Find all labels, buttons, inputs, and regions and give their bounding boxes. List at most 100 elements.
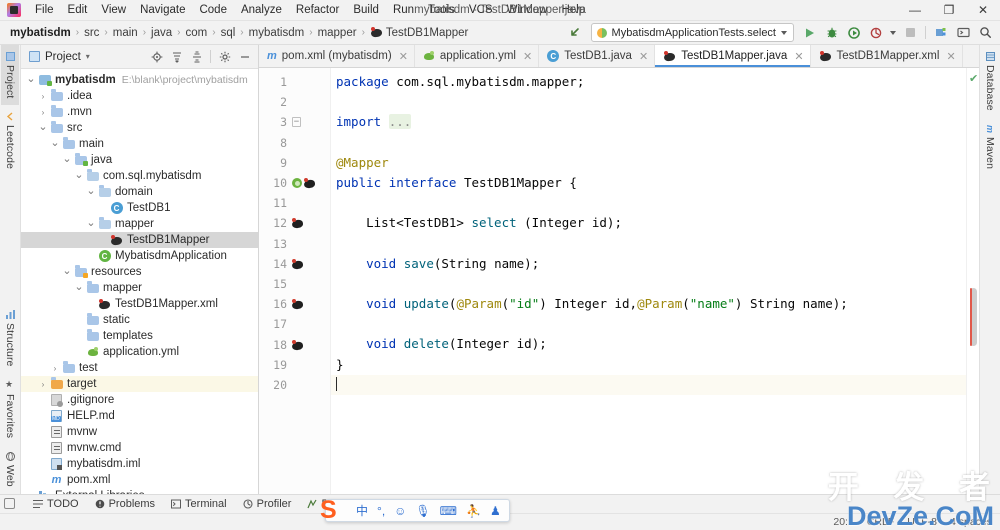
bottom-tab-terminal[interactable]: Terminal xyxy=(164,497,234,511)
breadcrumb-item-java[interactable]: java xyxy=(147,26,176,40)
chevron-down-icon[interactable]: ⌄ xyxy=(73,168,85,181)
chevron-down-icon[interactable]: ⌄ xyxy=(37,120,49,133)
menu-item-analyze[interactable]: Analyze xyxy=(234,1,289,20)
tree-node-help-md[interactable]: HELP.md xyxy=(21,408,258,424)
tree-node--mvn[interactable]: › .mvn xyxy=(21,104,258,120)
profile-icon[interactable] xyxy=(866,23,886,43)
gutter-line[interactable]: 16 xyxy=(259,294,330,314)
tree-node-main[interactable]: ⌄ main xyxy=(21,136,258,152)
back-arrow-icon[interactable] xyxy=(565,23,585,43)
line-separator[interactable]: CRLF xyxy=(867,516,894,528)
tree-node-static[interactable]: static xyxy=(21,312,258,328)
tree-node-mybatisdmapplication[interactable]: C MybatisdmApplication xyxy=(21,248,258,264)
run-icon[interactable] xyxy=(800,23,820,43)
debug-icon[interactable] xyxy=(822,23,842,43)
code-line[interactable]: List<TestDB1> select (Integer id); xyxy=(331,213,966,233)
menu-item-tools[interactable]: Tools xyxy=(421,1,462,20)
menu-item-build[interactable]: Build xyxy=(346,1,386,20)
search-everywhere-icon[interactable] xyxy=(975,23,995,43)
run-configuration-selector[interactable]: MybatisdmApplicationTests.select xyxy=(590,23,794,42)
mybatis-icon[interactable] xyxy=(292,258,303,269)
tool-window-stripe-web[interactable]: Web xyxy=(1,445,19,494)
close-icon[interactable]: ✕ xyxy=(399,50,408,63)
chevron-down-icon[interactable]: ⌄ xyxy=(85,184,97,197)
editor-scrollbar-thumb[interactable] xyxy=(970,288,977,346)
breadcrumb-item-mybatisdm[interactable]: mybatisdm xyxy=(6,26,75,40)
code-line[interactable] xyxy=(331,133,966,153)
code-line[interactable]: } xyxy=(331,355,966,375)
breadcrumb-item-src[interactable]: src xyxy=(80,26,103,40)
caret-position[interactable]: 20:1 xyxy=(833,516,853,528)
gutter-line[interactable]: 9 xyxy=(259,153,330,173)
chevron-down-icon[interactable]: ⌄ xyxy=(25,72,37,85)
breadcrumb-item-com[interactable]: com xyxy=(181,26,211,40)
code-line[interactable]: void delete(Integer id); xyxy=(331,334,966,354)
fold-toggle-icon[interactable]: − xyxy=(292,117,301,128)
tree-node-mapper[interactable]: ⌄ mapper xyxy=(21,216,258,232)
tool-window-stripe-structure[interactable]: Structure xyxy=(1,303,19,374)
editor-tab-pom-xml-mybatisdm[interactable]: m pom.xml (mybatisdm) ✕ xyxy=(259,45,415,67)
breadcrumb-item-mapper[interactable]: mapper xyxy=(314,26,361,40)
code-line[interactable] xyxy=(331,374,966,395)
tree-node-application-yml[interactable]: application.yml xyxy=(21,344,258,360)
menu-item-view[interactable]: View xyxy=(94,1,133,20)
mybatis-icon[interactable] xyxy=(292,299,303,309)
ime-skin-icon[interactable]: ♟ xyxy=(490,504,501,518)
toggle-tool-windows-icon[interactable] xyxy=(4,498,15,509)
terminal-icon[interactable] xyxy=(953,23,973,43)
tool-window-stripe-maven[interactable]: m Maven xyxy=(981,118,999,176)
tree-node-target[interactable]: › target xyxy=(21,376,258,392)
mybatis-icon[interactable] xyxy=(292,339,303,350)
tree-node-mybatisdm-iml[interactable]: mybatisdm.iml xyxy=(21,456,258,472)
code-line[interactable] xyxy=(331,314,966,334)
bottom-tab-todo[interactable]: TODO xyxy=(26,497,86,511)
stop-icon[interactable] xyxy=(900,23,920,43)
breadcrumb-item-testdb1mapper[interactable]: TestDB1Mapper xyxy=(366,26,472,40)
bottom-tab-profiler[interactable]: Profiler xyxy=(236,497,299,511)
menu-item-navigate[interactable]: Navigate xyxy=(133,1,192,20)
tree-node-mapper[interactable]: ⌄ mapper xyxy=(21,280,258,296)
ime-voice-icon[interactable]: 🎙 xyxy=(415,504,430,518)
tree-node-testdb1[interactable]: C TestDB1 xyxy=(21,200,258,216)
tree-node-testdb1mapper[interactable]: TestDB1Mapper xyxy=(21,232,258,248)
chevron-down-icon[interactable]: ⌄ xyxy=(49,136,61,149)
code-line[interactable] xyxy=(331,193,966,213)
gutter-line[interactable]: 15 xyxy=(259,274,330,294)
ime-emoji-icon[interactable]: ☺ xyxy=(394,504,406,518)
locate-icon[interactable] xyxy=(147,47,166,66)
gutter-line[interactable]: 13 xyxy=(259,234,330,254)
chevron-right-icon[interactable]: › xyxy=(37,92,49,101)
settings-gear-icon[interactable] xyxy=(215,47,234,66)
gutter-line[interactable]: 14 xyxy=(259,254,330,274)
ime-punctuation-icon[interactable]: °, xyxy=(377,504,385,518)
chevron-down-icon[interactable]: ⌄ xyxy=(61,152,73,165)
gutter-line[interactable]: 8 xyxy=(259,133,330,153)
tree-node-mvnw-cmd[interactable]: mvnw.cmd xyxy=(21,440,258,456)
close-icon[interactable]: ✕ xyxy=(794,50,803,63)
code-editor[interactable]: 1 2 3−8 9 10 11 12 13 14 15 16 17 18 19 20 package com… xyxy=(259,68,979,494)
collapse-all-icon[interactable] xyxy=(187,47,206,66)
editor-tab-testdb1mapper-java[interactable]: TestDB1Mapper.java ✕ xyxy=(655,45,811,67)
minimize-button[interactable]: — xyxy=(898,0,932,20)
gutter-line[interactable]: 20 xyxy=(259,375,330,395)
menu-item-vcs[interactable]: VCS xyxy=(462,1,500,20)
profile-dropdown-icon[interactable] xyxy=(888,23,898,43)
gutter-line[interactable]: 17 xyxy=(259,314,330,334)
code-content[interactable]: package com.sql.mybatisdm.mapper; import … xyxy=(331,68,966,494)
gutter-line[interactable]: 18 xyxy=(259,334,330,354)
gutter-line[interactable]: 19 xyxy=(259,355,330,375)
gutter-line[interactable]: 11 xyxy=(259,193,330,213)
chevron-down-icon[interactable]: ⌄ xyxy=(61,264,73,277)
file-encoding[interactable]: UTF-8 xyxy=(907,516,937,528)
breadcrumb-item-sql[interactable]: sql xyxy=(217,26,240,40)
ime-user-icon[interactable]: ⛹ xyxy=(466,504,481,518)
ime-toolbar[interactable]: S 中 °, ☺ 🎙 ⌨ ⛹ ♟ xyxy=(320,496,510,524)
close-icon[interactable]: ✕ xyxy=(946,50,955,63)
close-icon[interactable]: ✕ xyxy=(639,50,648,63)
menu-item-edit[interactable]: Edit xyxy=(61,1,95,20)
tree-node-test[interactable]: › test xyxy=(21,360,258,376)
breadcrumb-item-main[interactable]: main xyxy=(109,26,142,40)
code-line[interactable]: public interface TestDB1Mapper { xyxy=(331,173,966,193)
chevron-right-icon[interactable]: › xyxy=(37,108,49,117)
menu-item-window[interactable]: Window xyxy=(500,1,555,20)
